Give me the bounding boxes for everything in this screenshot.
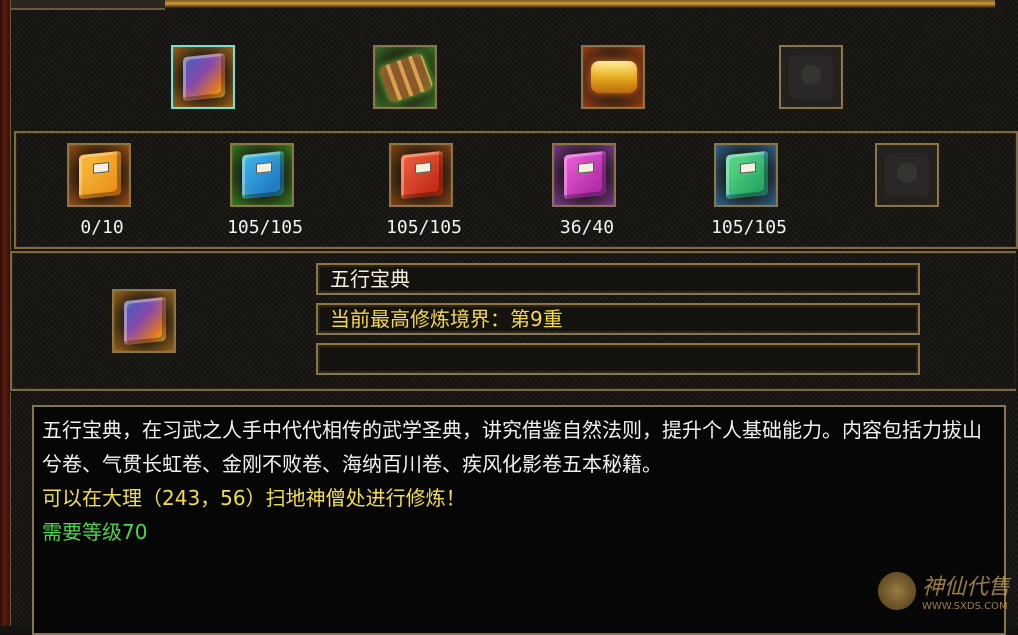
item-glow <box>173 47 233 107</box>
volume-slot-2[interactable] <box>230 143 294 207</box>
realm-field: 当前最高修炼境界：第9重 <box>316 303 920 335</box>
volume-progress-4: 36/40 <box>559 217 615 238</box>
top-item-slot-1[interactable] <box>171 45 235 109</box>
selected-item-icon-slot[interactable] <box>112 289 176 353</box>
top-item-slot-4-empty[interactable] <box>779 45 843 109</box>
volumes-panel <box>14 131 1018 249</box>
volume-slot-1[interactable] <box>67 143 131 207</box>
description-text: 五行宝典，在习武之人手中代代相传的武学圣典，讲究借鉴自然法则，提升个人基础能力。… <box>42 418 982 476</box>
volume-progress-3: 105/105 <box>386 217 462 238</box>
item-glow <box>554 145 614 205</box>
watermark: 神仙代售 WWW.SXDS.COM <box>877 569 1010 612</box>
volume-progress-2: 105/105 <box>227 217 303 238</box>
watermark-logo-icon <box>877 571 916 610</box>
volume-slot-6-empty[interactable] <box>875 143 939 207</box>
extra-field <box>316 343 920 375</box>
watermark-title: 神仙代售 <box>921 575 1010 600</box>
item-glow <box>69 145 129 205</box>
volume-progress-5: 105/105 <box>711 217 787 238</box>
location-hint: 可以在大理（243，56）扫地神僧处进行修炼！ <box>42 486 466 510</box>
description-box: 五行宝典，在习武之人手中代代相传的武学圣典，讲究借鉴自然法则，提升个人基础能力。… <box>32 405 1006 635</box>
top-left-frame <box>0 0 165 10</box>
item-glow <box>375 47 435 107</box>
item-glow <box>391 145 451 205</box>
title-banner <box>165 0 995 8</box>
item-glow <box>583 47 643 107</box>
volume-slot-3[interactable] <box>389 143 453 207</box>
item-glow <box>114 291 174 351</box>
level-requirement: 需要等级70 <box>42 520 148 544</box>
volume-slot-5[interactable] <box>714 143 778 207</box>
top-item-slot-3[interactable] <box>581 45 645 109</box>
volume-slot-4[interactable] <box>552 143 616 207</box>
item-glow <box>716 145 776 205</box>
item-glow <box>232 145 292 205</box>
top-item-slot-2[interactable] <box>373 45 437 109</box>
volume-progress-1: 0/10 <box>80 217 124 238</box>
item-name-field: 五行宝典 <box>316 263 920 295</box>
watermark-url: WWW.SXDS.COM <box>921 601 1008 612</box>
